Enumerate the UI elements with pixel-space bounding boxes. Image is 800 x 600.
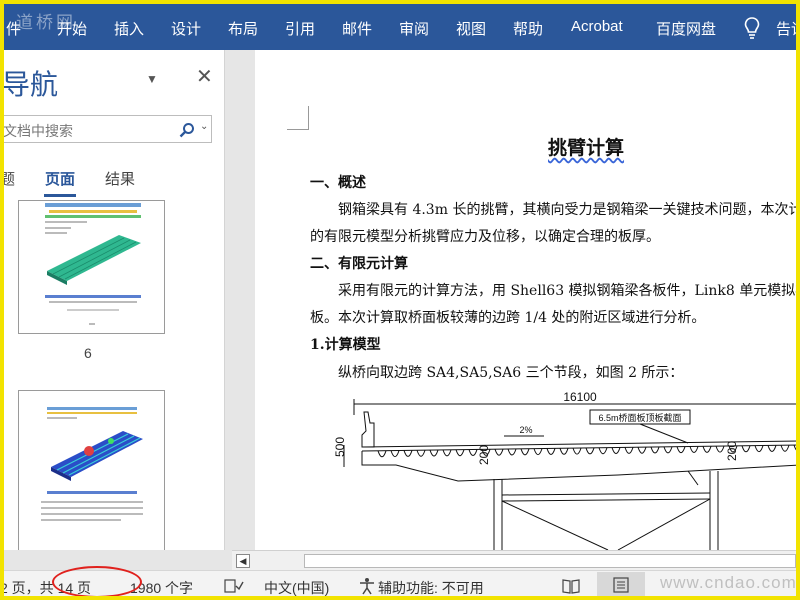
deck-rib [507,448,517,456]
deck-rib [689,446,699,454]
print-layout-icon [613,577,629,593]
deck-rib [390,450,400,458]
scrollbar-thumb[interactable] [304,554,796,568]
dimension-label: 500 [333,437,347,457]
dimension-label: 200 [725,441,739,461]
deck-rib [754,445,764,453]
section-heading: 一、概述 [310,175,366,191]
deck-rib [455,449,465,457]
accessibility-status[interactable]: 辅助功能: 不可用 [378,578,484,598]
tell-me-search[interactable]: 告诉 [776,18,800,39]
document-title: 挑臂计算 [548,133,624,160]
body-paragraph: 的有限元模型分析挑臂应力及位移，以确定合理的板厚。 [310,229,660,245]
highlight-annotation-circle [52,566,142,598]
deck-rib [468,449,478,457]
callout-label: 6.5m桥面板顶板截面 [598,412,681,423]
chevron-down-icon[interactable]: ▼ [146,72,158,86]
search-icon[interactable] [179,122,195,138]
tab-acrobat[interactable]: Acrobat [571,18,623,35]
body-paragraph: 采用有限元的计算方法，用 Shell63 模拟钢箱梁各板件，Link8 单元模拟… [338,283,800,299]
thumbnail-image [45,203,141,325]
deck-rib [442,449,452,457]
tab-help[interactable]: 帮助 [513,18,543,39]
read-mode-icon[interactable] [562,578,580,594]
tab-insert[interactable]: 插入 [114,18,144,39]
deck-rib [585,447,595,455]
deck-rib [429,449,439,457]
deck-rib [663,446,673,454]
nav-search-input[interactable]: 文档中搜索 ⌄ [2,115,212,143]
tab-layout[interactable]: 布局 [228,18,258,39]
deck-rib [715,445,725,453]
deck-rib [559,448,569,455]
deck-rib [741,445,751,453]
close-icon[interactable]: ✕ [196,64,213,89]
horizontal-scrollbar[interactable]: ◀ [232,550,800,570]
navigation-pane: 导航 ▼ ✕ 文档中搜索 ⌄ 题 页面 结果 6 [0,50,225,550]
deck-rib [702,446,712,453]
proofing-icon[interactable] [224,578,244,594]
tab-view[interactable]: 视图 [456,18,486,39]
deck-rib [533,448,543,456]
body-paragraph: 板。本次计算取桥面板较薄的边跨 1/4 处的附近区域进行分析。 [310,310,706,326]
deck-rib [637,447,647,454]
deck-rib [520,448,530,456]
deck-rib [676,446,686,454]
deck-rib [793,444,800,452]
tab-results[interactable]: 结果 [105,168,135,189]
search-placeholder: 文档中搜索 [3,123,73,139]
dimension-label: 16100 [563,390,597,404]
dimension-label: 200 [477,445,491,465]
page-thumbnail[interactable] [18,200,165,334]
accessibility-icon[interactable] [358,577,376,595]
language-status[interactable]: 中文(中国) [264,578,329,598]
deck-rib [416,450,426,457]
ribbon-tab-bar: 道桥网 件 开始 插入 设计 布局 引用 邮件 审阅 视图 帮助 Acrobat… [0,0,800,50]
deck-rib [377,450,387,458]
deck-rib [780,445,790,452]
tab-home[interactable]: 开始 [57,18,87,39]
deck-rib [767,445,777,452]
tab-headings[interactable]: 题 [0,168,15,189]
document-title-text: 挑臂计算 [548,137,625,159]
slope-label: 2% [519,425,532,435]
cross-section-drawing: 16100 6.5m桥面板顶板截面 2% 500 200 200 [333,390,800,550]
deck-rib [546,448,556,455]
scroll-left-arrow-icon[interactable]: ◀ [236,554,250,568]
page-thumbnail[interactable] [18,390,165,550]
tab-mailings[interactable]: 邮件 [342,18,372,39]
thumbnail-image [41,407,143,521]
body-paragraph: 钢箱梁具有 4.3m 长的挑臂，其横向受力是钢箱梁一关键技术问题，本次计算 [338,202,800,218]
body-paragraph: 纵桥向取边跨 SA4,SA5,SA6 三个节段，如图 2 所示： [338,365,684,381]
tab-baidu-netdisk[interactable]: 百度网盘 [656,18,716,39]
deck-rib [598,447,608,455]
tab-pages[interactable]: 页面 [45,168,75,189]
margin-corner-mark [287,106,309,130]
tab-references[interactable]: 引用 [285,18,315,39]
nav-pane-title: 导航 [2,69,59,100]
active-tab-indicator [44,194,76,197]
deck-rib [624,447,634,454]
page-number-label: 6 [84,345,92,361]
deck-rib [403,450,413,457]
watermark-url: www.cndao.com [660,573,797,592]
section-heading: 二、有限元计算 [310,256,408,272]
print-layout-button[interactable] [597,572,645,598]
deck-rib [650,446,660,454]
deck-rib [572,447,582,455]
chevron-down-icon[interactable]: ⌄ [200,121,208,132]
lightbulb-icon[interactable] [744,17,760,39]
tab-file[interactable]: 件 [6,18,21,39]
tab-review[interactable]: 审阅 [399,18,429,39]
section-heading: 1.计算模型 [310,337,381,353]
deck-rib [611,447,621,455]
deck-rib [494,449,504,456]
tab-design[interactable]: 设计 [171,18,201,39]
